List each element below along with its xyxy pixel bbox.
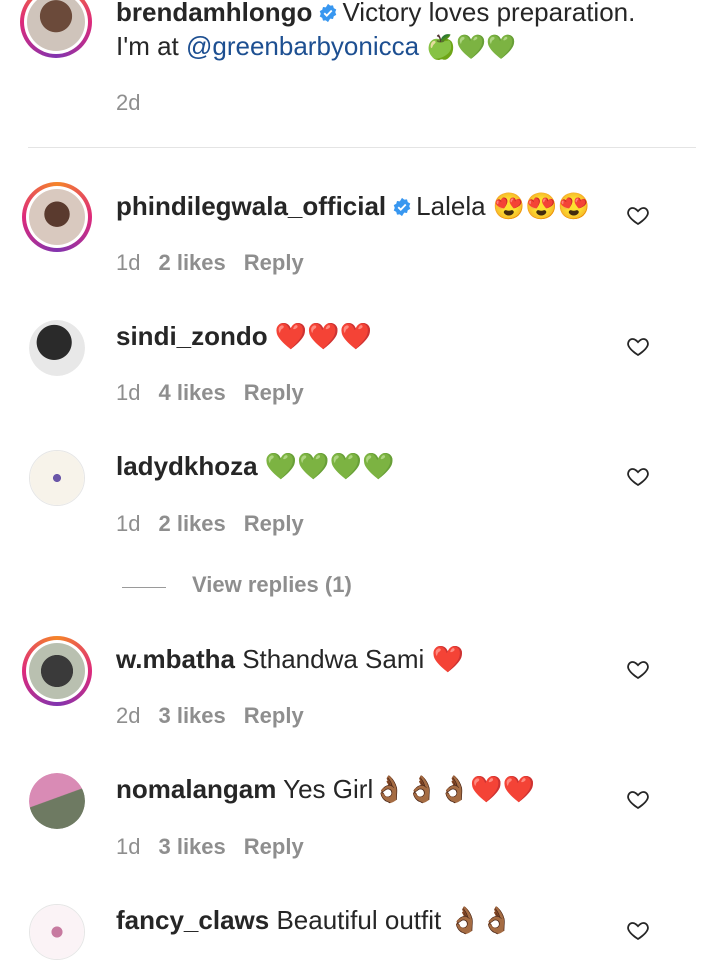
comment-time: 1d: [116, 380, 141, 405]
post-caption: brendamhlongo Victory loves preparation. …: [0, 0, 720, 148]
comment-meta: 1d 3 likes Reply: [116, 834, 322, 860]
caption-line-2: I'm at @greenbarbyonicca 🍏💚💚: [116, 30, 516, 64]
like-heart-icon[interactable]: [626, 918, 650, 942]
comment-text: Yes Girl👌🏾👌🏾👌🏾❤️❤️: [283, 774, 536, 804]
avatar[interactable]: [29, 450, 85, 506]
comment-line: fancy_claws Beautiful outfit 👌🏾👌🏾: [116, 904, 513, 936]
mention-link[interactable]: @greenbarbyonicca: [186, 31, 419, 61]
comment-username[interactable]: nomalangam: [116, 774, 276, 804]
comment-line: sindi_zondo ❤️❤️❤️: [116, 320, 372, 352]
comment-meta: 1d 2 likes Reply: [116, 511, 322, 537]
comment-line: phindilegwala_official Lalela 😍😍😍: [116, 190, 590, 222]
caption-emojis: 🍏💚💚: [426, 34, 516, 61]
caption-meta: 2d: [116, 90, 158, 116]
like-heart-icon[interactable]: [626, 787, 650, 811]
comment-likes[interactable]: 3 likes: [158, 834, 225, 859]
like-heart-icon[interactable]: [626, 334, 650, 358]
comment-meta: 1d 4 likes Reply: [116, 380, 322, 406]
reply-button[interactable]: Reply: [244, 703, 304, 728]
avatar[interactable]: [29, 320, 85, 376]
like-heart-icon[interactable]: [626, 657, 650, 681]
comment-text: Lalela 😍😍😍: [416, 191, 590, 221]
comment-username[interactable]: sindi_zondo: [116, 321, 268, 351]
avatar[interactable]: [20, 0, 92, 58]
reply-button[interactable]: Reply: [244, 511, 304, 536]
comment-line: nomalangam Yes Girl👌🏾👌🏾👌🏾❤️❤️: [116, 773, 535, 805]
comment-username[interactable]: ladydkhoza: [116, 451, 258, 481]
comment-text: Beautiful outfit 👌🏾👌🏾: [276, 905, 514, 935]
avatar[interactable]: [22, 182, 92, 252]
view-replies-line: [122, 587, 166, 588]
comment-time: 2d: [116, 703, 141, 728]
verified-badge-icon: [320, 3, 337, 23]
caption-line-1: brendamhlongo Victory loves preparation.: [116, 0, 635, 28]
comment-likes[interactable]: 2 likes: [158, 250, 225, 275]
comment-time: 1d: [116, 250, 141, 275]
caption-text-prefix: I'm at: [116, 31, 186, 61]
comment-likes[interactable]: 2 likes: [158, 511, 225, 536]
reply-button[interactable]: Reply: [244, 834, 304, 859]
view-replies-label: View replies (1): [192, 572, 352, 597]
comment-likes[interactable]: 4 likes: [158, 380, 225, 405]
divider: [28, 147, 696, 148]
comment-username[interactable]: fancy_claws: [116, 905, 269, 935]
comment-line: ladydkhoza 💚💚💚💚: [116, 450, 394, 482]
comment-meta: 1d 2 likes Reply: [116, 250, 322, 276]
reply-button[interactable]: Reply: [244, 250, 304, 275]
caption-time: 2d: [116, 90, 141, 115]
comment-text: 💚💚💚💚: [264, 451, 395, 481]
like-heart-icon[interactable]: [626, 203, 650, 227]
avatar[interactable]: [22, 636, 92, 706]
comment-text: Sthandwa Sami ❤️: [242, 644, 464, 674]
reply-button[interactable]: Reply: [244, 380, 304, 405]
comment-username[interactable]: phindilegwala_official: [116, 191, 386, 221]
comment-text: ❤️❤️❤️: [274, 321, 373, 351]
comment-time: 1d: [116, 511, 141, 536]
like-heart-icon[interactable]: [626, 464, 650, 488]
caption-username[interactable]: brendamhlongo: [116, 0, 312, 27]
comment-meta: 2d 3 likes Reply: [116, 703, 322, 729]
caption-text: Victory loves preparation.: [342, 0, 636, 27]
comment-time: 1d: [116, 834, 141, 859]
avatar[interactable]: [29, 773, 85, 829]
comment-likes[interactable]: 3 likes: [158, 703, 225, 728]
verified-badge-icon: [393, 197, 411, 217]
comment-line: w.mbatha Sthandwa Sami ❤️: [116, 643, 464, 675]
comment-username[interactable]: w.mbatha: [116, 644, 235, 674]
